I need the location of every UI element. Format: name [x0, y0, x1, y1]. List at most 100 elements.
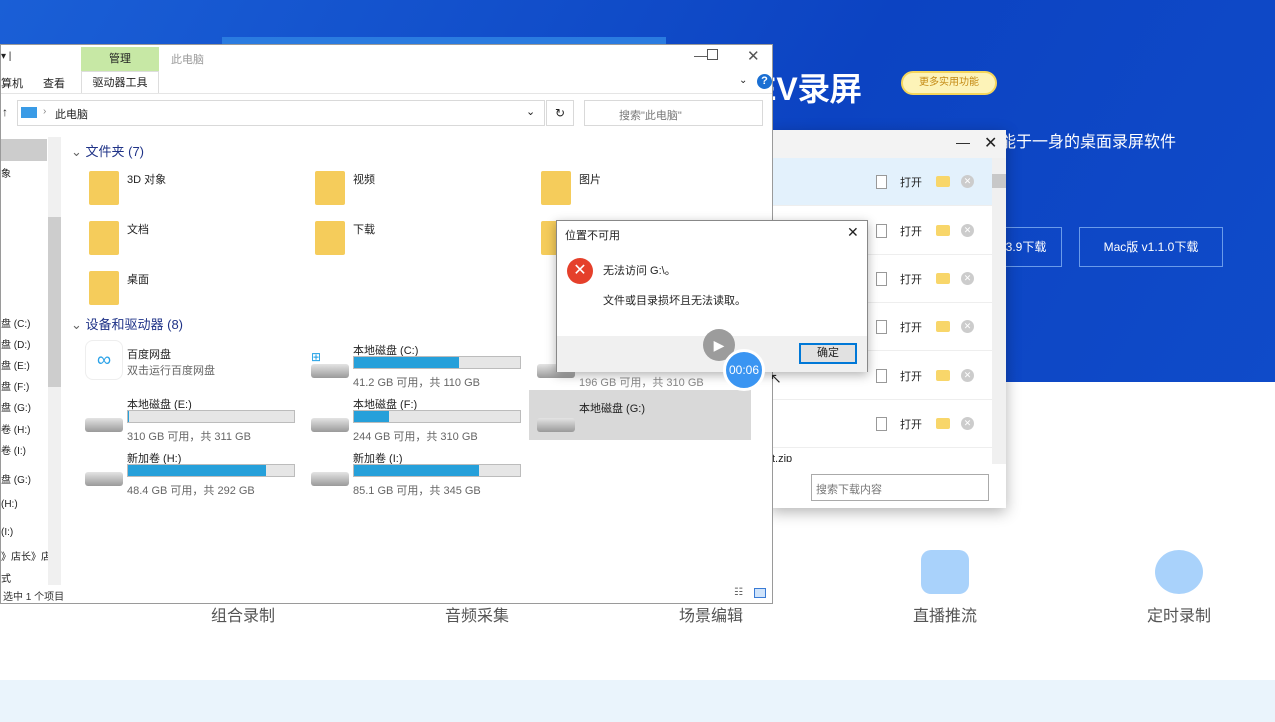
delete-icon[interactable]: ✕ — [961, 175, 974, 188]
open-link[interactable]: 打开 — [900, 416, 922, 432]
maximize-button[interactable] — [707, 49, 718, 60]
feature-live-stream[interactable]: 直播推流 — [885, 550, 1005, 626]
delete-icon[interactable]: ✕ — [961, 224, 974, 237]
drive-info: 41.2 GB 可用，共 110 GB — [353, 374, 480, 390]
nav-item[interactable]: 盘 (G:) — [1, 471, 31, 486]
file-icon[interactable] — [876, 272, 887, 286]
drive-e[interactable]: 本地磁盘 (E:)310 GB 可用，共 311 GB — [83, 394, 303, 444]
download-search-input[interactable]: 搜索下载内容 — [811, 474, 989, 501]
ribbon-expand-icon[interactable]: ⌄ — [739, 75, 747, 86]
nav-item[interactable]: 式 — [1, 570, 11, 585]
drive-g-selected[interactable]: 本地磁盘 (G:) — [529, 390, 751, 440]
download-row[interactable]: 打开 ✕ — [770, 158, 992, 206]
folder-icon[interactable] — [936, 370, 950, 381]
scrollbar[interactable] — [992, 158, 1006, 464]
open-link[interactable]: 打开 — [900, 271, 922, 287]
help-icon[interactable]: ? — [757, 74, 772, 89]
feature-label: 音频采集 — [417, 602, 537, 626]
file-icon[interactable] — [876, 320, 887, 334]
ok-button[interactable]: 确定 — [799, 343, 857, 364]
dialog-close-button[interactable]: ✕ — [847, 224, 859, 241]
close-button[interactable]: ✕ — [984, 133, 997, 153]
nav-item[interactable]: 盘 (D:) — [1, 336, 30, 351]
drive-icon — [85, 472, 123, 486]
folder-icon[interactable] — [936, 273, 950, 284]
file-icon[interactable] — [876, 175, 887, 189]
folder-pictures[interactable]: 图片 — [535, 165, 755, 215]
search-input[interactable]: 搜索"此电脑" — [584, 100, 763, 126]
delete-icon[interactable]: ✕ — [961, 369, 974, 382]
usage-fill — [128, 465, 266, 476]
recording-timer[interactable]: 00:06 — [723, 349, 765, 391]
download-row[interactable]: 打开 ✕ — [770, 400, 992, 448]
open-link[interactable]: 打开 — [900, 223, 922, 239]
folder-icon — [315, 221, 345, 255]
folder-icon[interactable] — [936, 418, 950, 429]
nav-item[interactable]: 象 — [1, 165, 11, 180]
close-button[interactable]: ✕ — [747, 47, 760, 65]
drive-h[interactable]: 新加卷 (H:)48.4 GB 可用，共 292 GB — [83, 448, 303, 498]
folder-icon[interactable] — [936, 176, 950, 187]
nav-item[interactable]: 卷 (H:) — [1, 421, 30, 436]
feature-label: 场景编辑 — [651, 602, 771, 626]
tab-computer[interactable]: 算机 — [1, 75, 23, 91]
folder-icon[interactable] — [936, 225, 950, 236]
folder-videos[interactable]: 视频 — [309, 165, 529, 215]
nav-item[interactable]: 盘 (E:) — [1, 357, 30, 372]
drive-i[interactable]: 新加卷 (I:)85.1 GB 可用，共 345 GB — [309, 448, 529, 498]
nav-item[interactable]: 盘 (G:) — [1, 399, 31, 414]
open-link[interactable]: 打开 — [900, 319, 922, 335]
devices-section-header[interactable]: ⌄ 设备和驱动器 (8) — [71, 314, 183, 333]
file-icon[interactable] — [876, 417, 887, 431]
address-bar[interactable]: › 此电脑 ⌄ — [17, 100, 545, 126]
nav-item[interactable]: (H:) — [1, 499, 18, 510]
open-link[interactable]: 打开 — [900, 174, 922, 190]
open-link[interactable]: 打开 — [900, 368, 922, 384]
minimize-button[interactable]: — — [694, 47, 708, 63]
folder-documents[interactable]: 文档 — [83, 215, 303, 265]
tab-drive-tools[interactable]: 驱动器工具 — [81, 71, 159, 93]
drive-c[interactable]: ⊞本地磁盘 (C:)41.2 GB 可用，共 110 GB — [309, 340, 529, 390]
error-detail: 文件或目录损坏且无法读取。 — [603, 292, 746, 308]
large-icons-view-icon[interactable] — [754, 588, 766, 598]
folder-icon[interactable] — [936, 321, 950, 332]
folder-3d-objects[interactable]: 3D 对象 — [83, 165, 303, 215]
up-arrow-icon[interactable]: ↑ — [2, 105, 8, 119]
baidu-netdisk[interactable]: ∞百度网盘双击运行百度网盘 — [83, 340, 303, 390]
feature-scheduled-record[interactable]: 定时录制 — [1119, 550, 1239, 626]
tab-manage[interactable]: 管理 — [81, 47, 159, 71]
nav-item[interactable]: 》店长》店 — [1, 548, 51, 563]
folder-downloads[interactable]: 下载 — [309, 215, 529, 265]
nav-item[interactable]: 盘 (F:) — [1, 378, 29, 393]
folder-desktop[interactable]: 桌面 — [83, 265, 303, 315]
drive-info: 310 GB 可用，共 311 GB — [127, 428, 251, 444]
drive-f[interactable]: 本地磁盘 (F:)244 GB 可用，共 310 GB — [309, 394, 529, 444]
file-icon[interactable] — [876, 224, 887, 238]
details-view-icon[interactable]: ☷ — [734, 587, 743, 598]
item-name: 图片 — [579, 171, 601, 187]
delete-icon[interactable]: ✕ — [961, 417, 974, 430]
minimize-button[interactable]: — — [956, 134, 970, 150]
more-features-badge[interactable]: 更多实用功能 — [901, 71, 997, 95]
usage-bar — [127, 464, 295, 477]
file-icon[interactable] — [876, 369, 887, 383]
nav-item[interactable]: 盘 (C:) — [1, 315, 30, 330]
mac-download-button[interactable]: Mac版 v1.1.0下载 — [1079, 227, 1223, 267]
tab-view[interactable]: 查看 — [43, 75, 65, 91]
drive-info: 196 GB 可用，共 310 GB — [579, 374, 704, 390]
usage-bar — [353, 410, 521, 423]
slogan: 能于一身的桌面录屏软件 — [1000, 128, 1176, 152]
quick-access-dropdown[interactable]: ▾ | — [1, 51, 11, 62]
usage-bar — [353, 356, 521, 369]
nav-scrollbar[interactable] — [48, 137, 61, 585]
navigation-pane: 象 盘 (C:) 盘 (D:) 盘 (E:) 盘 (F:) 盘 (G:) 卷 (… — [1, 137, 63, 585]
drive-info: 244 GB 可用，共 310 GB — [353, 428, 478, 444]
delete-icon[interactable]: ✕ — [961, 320, 974, 333]
folder-icon — [541, 171, 571, 205]
nav-item[interactable]: (I:) — [1, 527, 13, 538]
delete-icon[interactable]: ✕ — [961, 272, 974, 285]
refresh-icon[interactable]: ↻ — [546, 100, 574, 126]
address-dropdown-icon[interactable]: ⌄ — [526, 105, 535, 118]
nav-item[interactable]: 卷 (I:) — [1, 442, 26, 457]
folders-section-header[interactable]: ⌄ 文件夹 (7) — [71, 141, 144, 160]
